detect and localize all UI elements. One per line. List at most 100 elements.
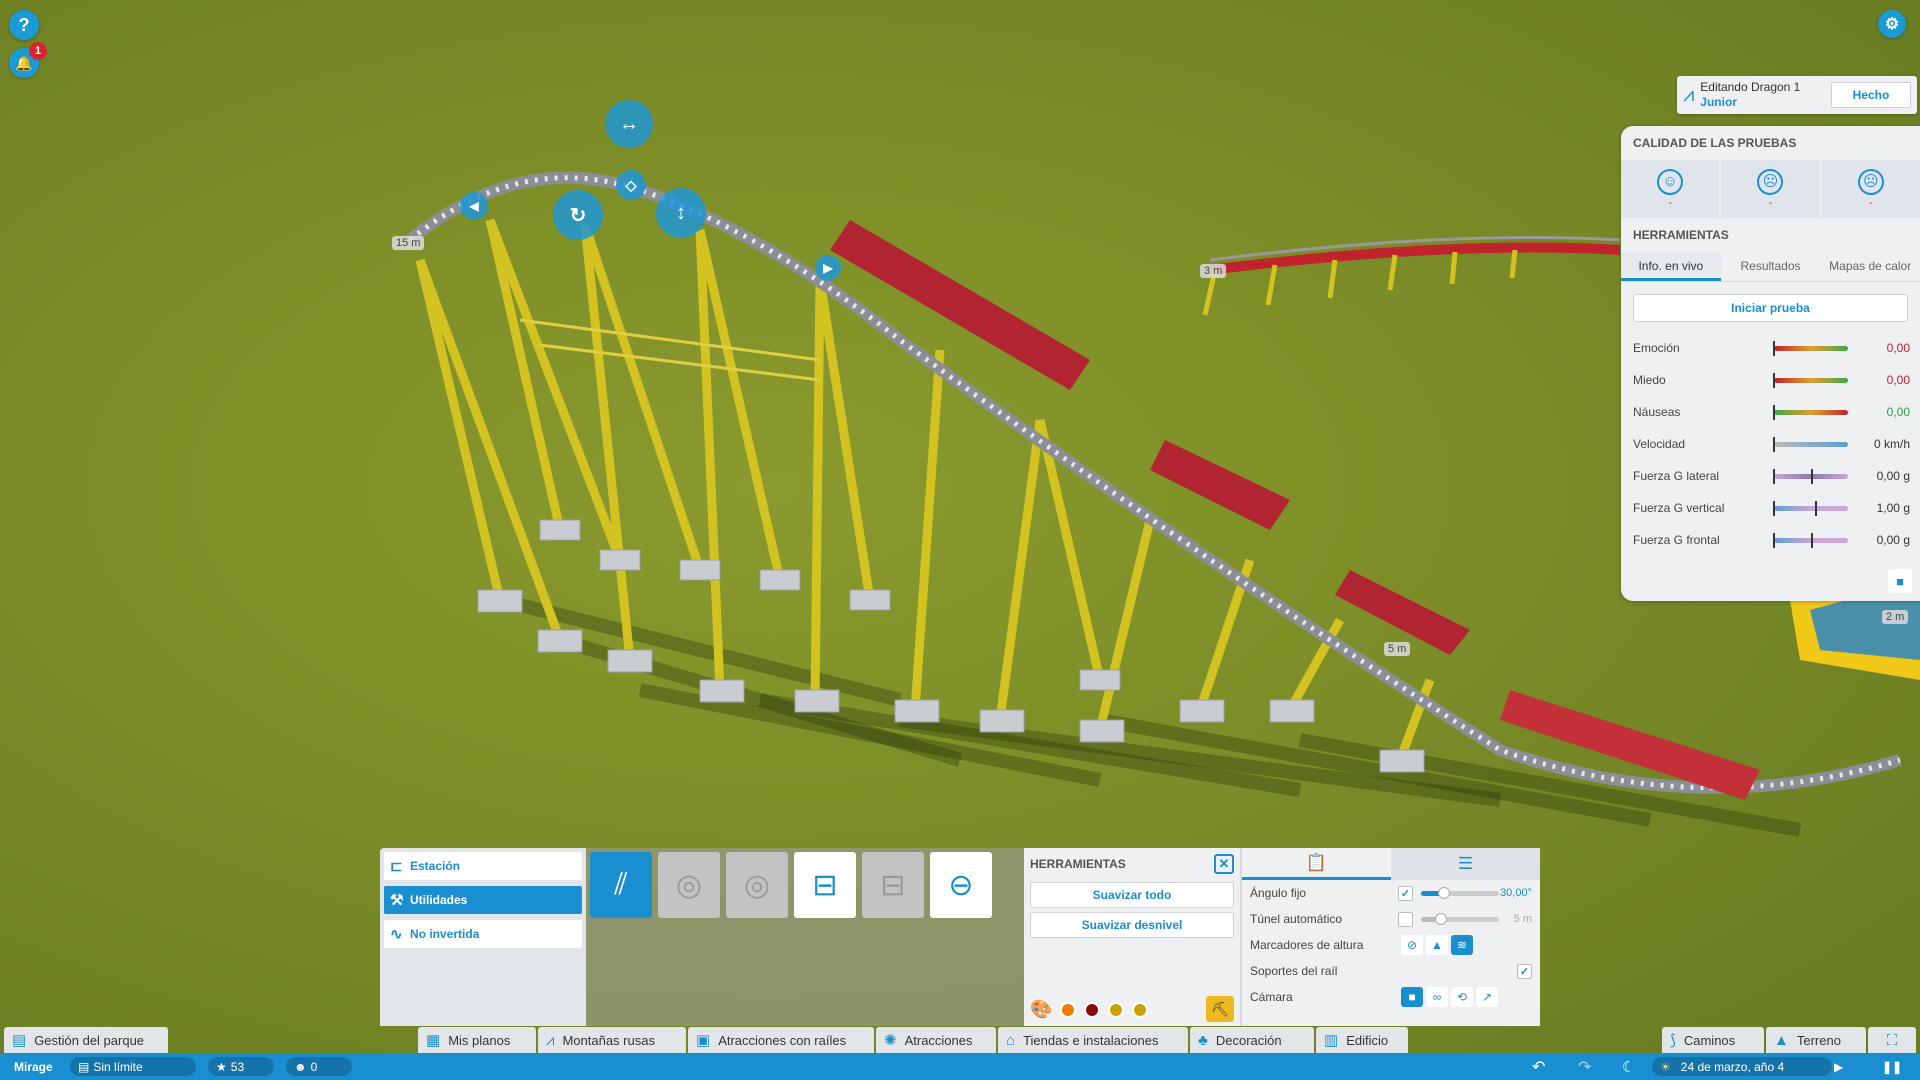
sun-icon: ☀ [1660,1059,1671,1074]
nav-coasters[interactable]: ⩘ Montañas rusas [538,1027,686,1053]
category-utilities[interactable]: ⚒ Utilidades [384,886,582,914]
track-piece-brake-icon[interactable]: ◎ [658,852,720,918]
remove-tunnel-icon[interactable]: ⊟ [862,852,924,918]
ride-test-panel: CALIDAD DE LAS PRUEBAS ☺ - ☹ - ☹ - HERRA… [1621,126,1920,601]
camera-track-icon[interactable]: ↗ [1476,987,1498,1007]
redo-icon[interactable]: ↷ [1578,1053,1591,1080]
color-swatch-gold-2[interactable] [1132,1001,1149,1018]
category-label: Estación [410,859,461,873]
utilities-icon: ⚒ [390,892,404,909]
category-station[interactable]: ⊏ Estación [384,852,582,880]
no-markers-icon[interactable]: ⊘ [1401,935,1423,955]
tools-title: HERRAMIENTAS [1633,228,1729,242]
start-test-button[interactable]: Iniciar prueba [1633,294,1908,322]
camera-follow-icon[interactable]: ■ [1401,987,1423,1007]
smooth-all-button[interactable]: Suavizar todo [1030,882,1234,908]
rating-pill[interactable]: ★ 53 [208,1057,274,1076]
quality-ratings: ☺ - ☹ - ☹ - [1621,160,1920,218]
track-piece-lift-icon[interactable]: ⫽ [590,852,652,918]
move-vertical-gizmo-icon[interactable]: ↕ [656,188,706,238]
nav-building[interactable]: ▥ Edificio [1316,1027,1408,1053]
option-label: Soportes del raíl [1250,964,1338,978]
water-markers-icon[interactable]: ≋ [1451,935,1473,955]
list-tab-icon[interactable]: ☰ [1391,848,1540,880]
test-tabs: Info. en vivo Resultados Mapas de calor [1621,252,1920,282]
track-start-handle-icon[interactable]: ◀ [460,192,488,220]
guests-value: 0 [310,1059,318,1074]
date-pill[interactable]: ☀ 24 de marzo, año 4 [1652,1057,1832,1076]
nav-terrain[interactable]: ▲ Terreno [1766,1027,1866,1053]
camera-orbit-icon[interactable]: ⟲ [1451,987,1473,1007]
nav-label: Mis planos [448,1032,511,1048]
move-horizontal-gizmo-icon[interactable]: ↔ [605,100,653,148]
track-piece-booster-icon[interactable]: ◎ [726,852,788,918]
terrain-markers-icon[interactable]: ▲ [1426,935,1448,955]
pause-icon[interactable]: ❚❚ [1882,1053,1902,1080]
ride-edit-header: ⩘ Editando Dragon 1 Junior Hecho [1677,76,1917,114]
done-button[interactable]: Hecho [1831,82,1911,108]
rail-supports-checkbox[interactable]: ✓ [1517,963,1532,979]
color-swatch-orange[interactable] [1060,1001,1077,1018]
nav-paths[interactable]: ⟆ Caminos [1662,1027,1764,1053]
onride-camera-icon[interactable]: ■ [1888,569,1912,593]
smoothing-tools-panel: HERRAMIENTAS ✕ Suavizar todo Suavizar de… [1024,848,1240,1026]
remove-train-icon[interactable]: ⊖ [930,852,992,918]
stat-value: 0,00 [1886,373,1910,387]
blueprint-icon: ▦ [426,1032,441,1049]
color-swatch-dark-red[interactable] [1084,1001,1101,1018]
nav-track-rides[interactable]: ▣ Atracciones con raíles [688,1027,874,1053]
train-icon: ▣ [696,1032,711,1049]
option-label: Túnel automático [1250,912,1343,926]
stat-value: 0 km/h [1873,437,1910,451]
fixed-angle-slider[interactable] [1421,886,1499,899]
money-icon: ▤ [78,1059,90,1074]
coaster-icon: ⩘ [546,1031,555,1049]
rating-value: 53 [230,1059,245,1074]
camera-link-icon[interactable]: ∞ [1426,987,1448,1007]
category-non-inverted[interactable]: ∿ No invertida [384,920,582,948]
track-end-handle-icon[interactable]: ▶ [815,255,841,281]
height-marker-label: 3 m [1200,264,1227,278]
close-icon[interactable]: ✕ [1214,854,1234,874]
undo-icon[interactable]: ↶ [1532,1053,1545,1080]
palette-icon[interactable]: 🎨 [1030,999,1052,1020]
bulldozer-icon[interactable]: ⛏ [1206,996,1234,1022]
stat-row: Fuerza G vertical 1,00 g [1621,492,1920,524]
stat-bar [1773,500,1848,516]
guests-pill[interactable]: ☻ 0 [286,1057,352,1076]
stat-row: Fuerza G frontal 0,00 g [1621,524,1920,556]
nav-shops[interactable]: ⌂ Tiendas e instalaciones [998,1027,1188,1053]
settings-gear-icon[interactable]: ⚙ [1878,10,1906,38]
help-icon[interactable]: ? [9,10,39,40]
day-night-icon[interactable]: ☾ [1622,1053,1635,1080]
star-icon: ★ [216,1059,227,1074]
option-label: Ángulo fijo [1250,886,1307,900]
tab-heatmaps[interactable]: Mapas de calor [1820,252,1920,281]
category-label: Utilidades [410,893,468,907]
color-swatch-gold[interactable] [1108,1001,1125,1018]
play-speed-icon[interactable]: ▶ [1834,1053,1843,1080]
track-piece-palette: ⫽ ◎ ◎ ⊟ ⊟ ⊖ [586,848,1024,1026]
remove-supports-icon[interactable]: ⊟ [794,852,856,918]
nav-decoration[interactable]: ♣ Decoración [1190,1027,1314,1053]
status-bar: Mirage ▤ Sin límite ★ 53 ☻ 0 ↶ ↷ ☾ ☀ 24 … [0,1053,1920,1080]
tab-live-info[interactable]: Info. en vivo [1621,252,1721,281]
tab-results[interactable]: Resultados [1721,252,1821,281]
fixed-angle-checkbox[interactable]: ✓ [1398,885,1413,901]
clipboard-icon: ▤ [12,1032,27,1049]
auto-tunnel-value: 5 m [1513,913,1532,925]
clipboard-tab-icon[interactable]: 📋 [1242,848,1391,880]
path-icon: ⟆ [1670,1032,1676,1049]
auto-tunnel-checkbox[interactable] [1398,911,1413,927]
rotate-gizmo-icon[interactable]: ↻ [553,190,603,240]
stat-row: Náuseas 0,00 [1621,396,1920,428]
money-pill[interactable]: ▤ Sin límite [70,1057,196,1076]
bank-gizmo-icon[interactable]: ◇ [616,170,646,200]
nav-my-blueprints[interactable]: ▦ Mis planos [418,1027,536,1053]
smooth-slope-button[interactable]: Suavizar desnivel [1030,912,1234,938]
auto-tunnel-slider[interactable] [1421,912,1499,925]
nav-rides[interactable]: ✺ Atracciones [876,1027,996,1053]
fullscreen-icon[interactable]: ⛶ [1868,1027,1916,1053]
park-management-button[interactable]: ▤ Gestión del parque [4,1027,168,1053]
fixed-angle-value: 30,00° [1500,887,1532,899]
